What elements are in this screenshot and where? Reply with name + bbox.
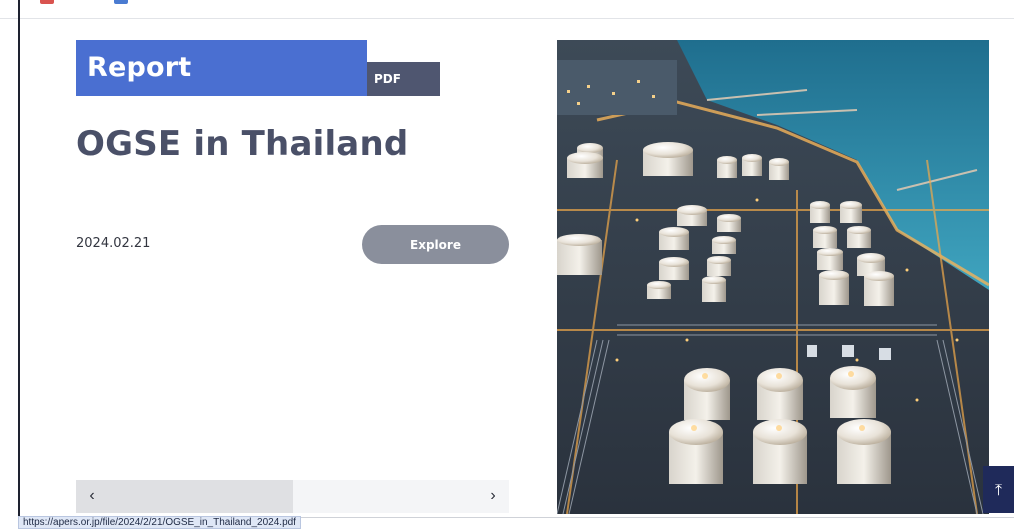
explore-button[interactable]: Explore [362,225,509,264]
pdf-format-tag: PDF [367,62,440,96]
toolbar-fragments [40,0,128,4]
report-category-banner: Report [76,40,367,96]
report-date: 2024.02.21 [76,236,151,251]
tank-farm-image [557,40,989,514]
browser-top-strip [0,0,1014,19]
next-slide-button[interactable]: › [482,485,504,507]
report-cover-photo [557,40,989,514]
window-frame-edge [18,0,20,518]
report-title: OGSE in Thailand [76,124,409,164]
red-icon [40,0,54,4]
blue-icon [114,0,128,4]
report-category-label: Report [87,52,192,83]
link-status-bar: https://apers.or.jp/file/2024/2/21/OGSE_… [18,516,301,529]
arrow-up-to-line-icon: ⤒ [994,479,1003,499]
back-to-top-button[interactable]: ⤒ [983,466,1014,513]
slider-progress-bar [76,480,293,513]
pdf-format-label: PDF [374,72,401,86]
slider-navigation: ‹ › [76,480,509,513]
previous-slide-button[interactable]: ‹ [81,485,103,507]
